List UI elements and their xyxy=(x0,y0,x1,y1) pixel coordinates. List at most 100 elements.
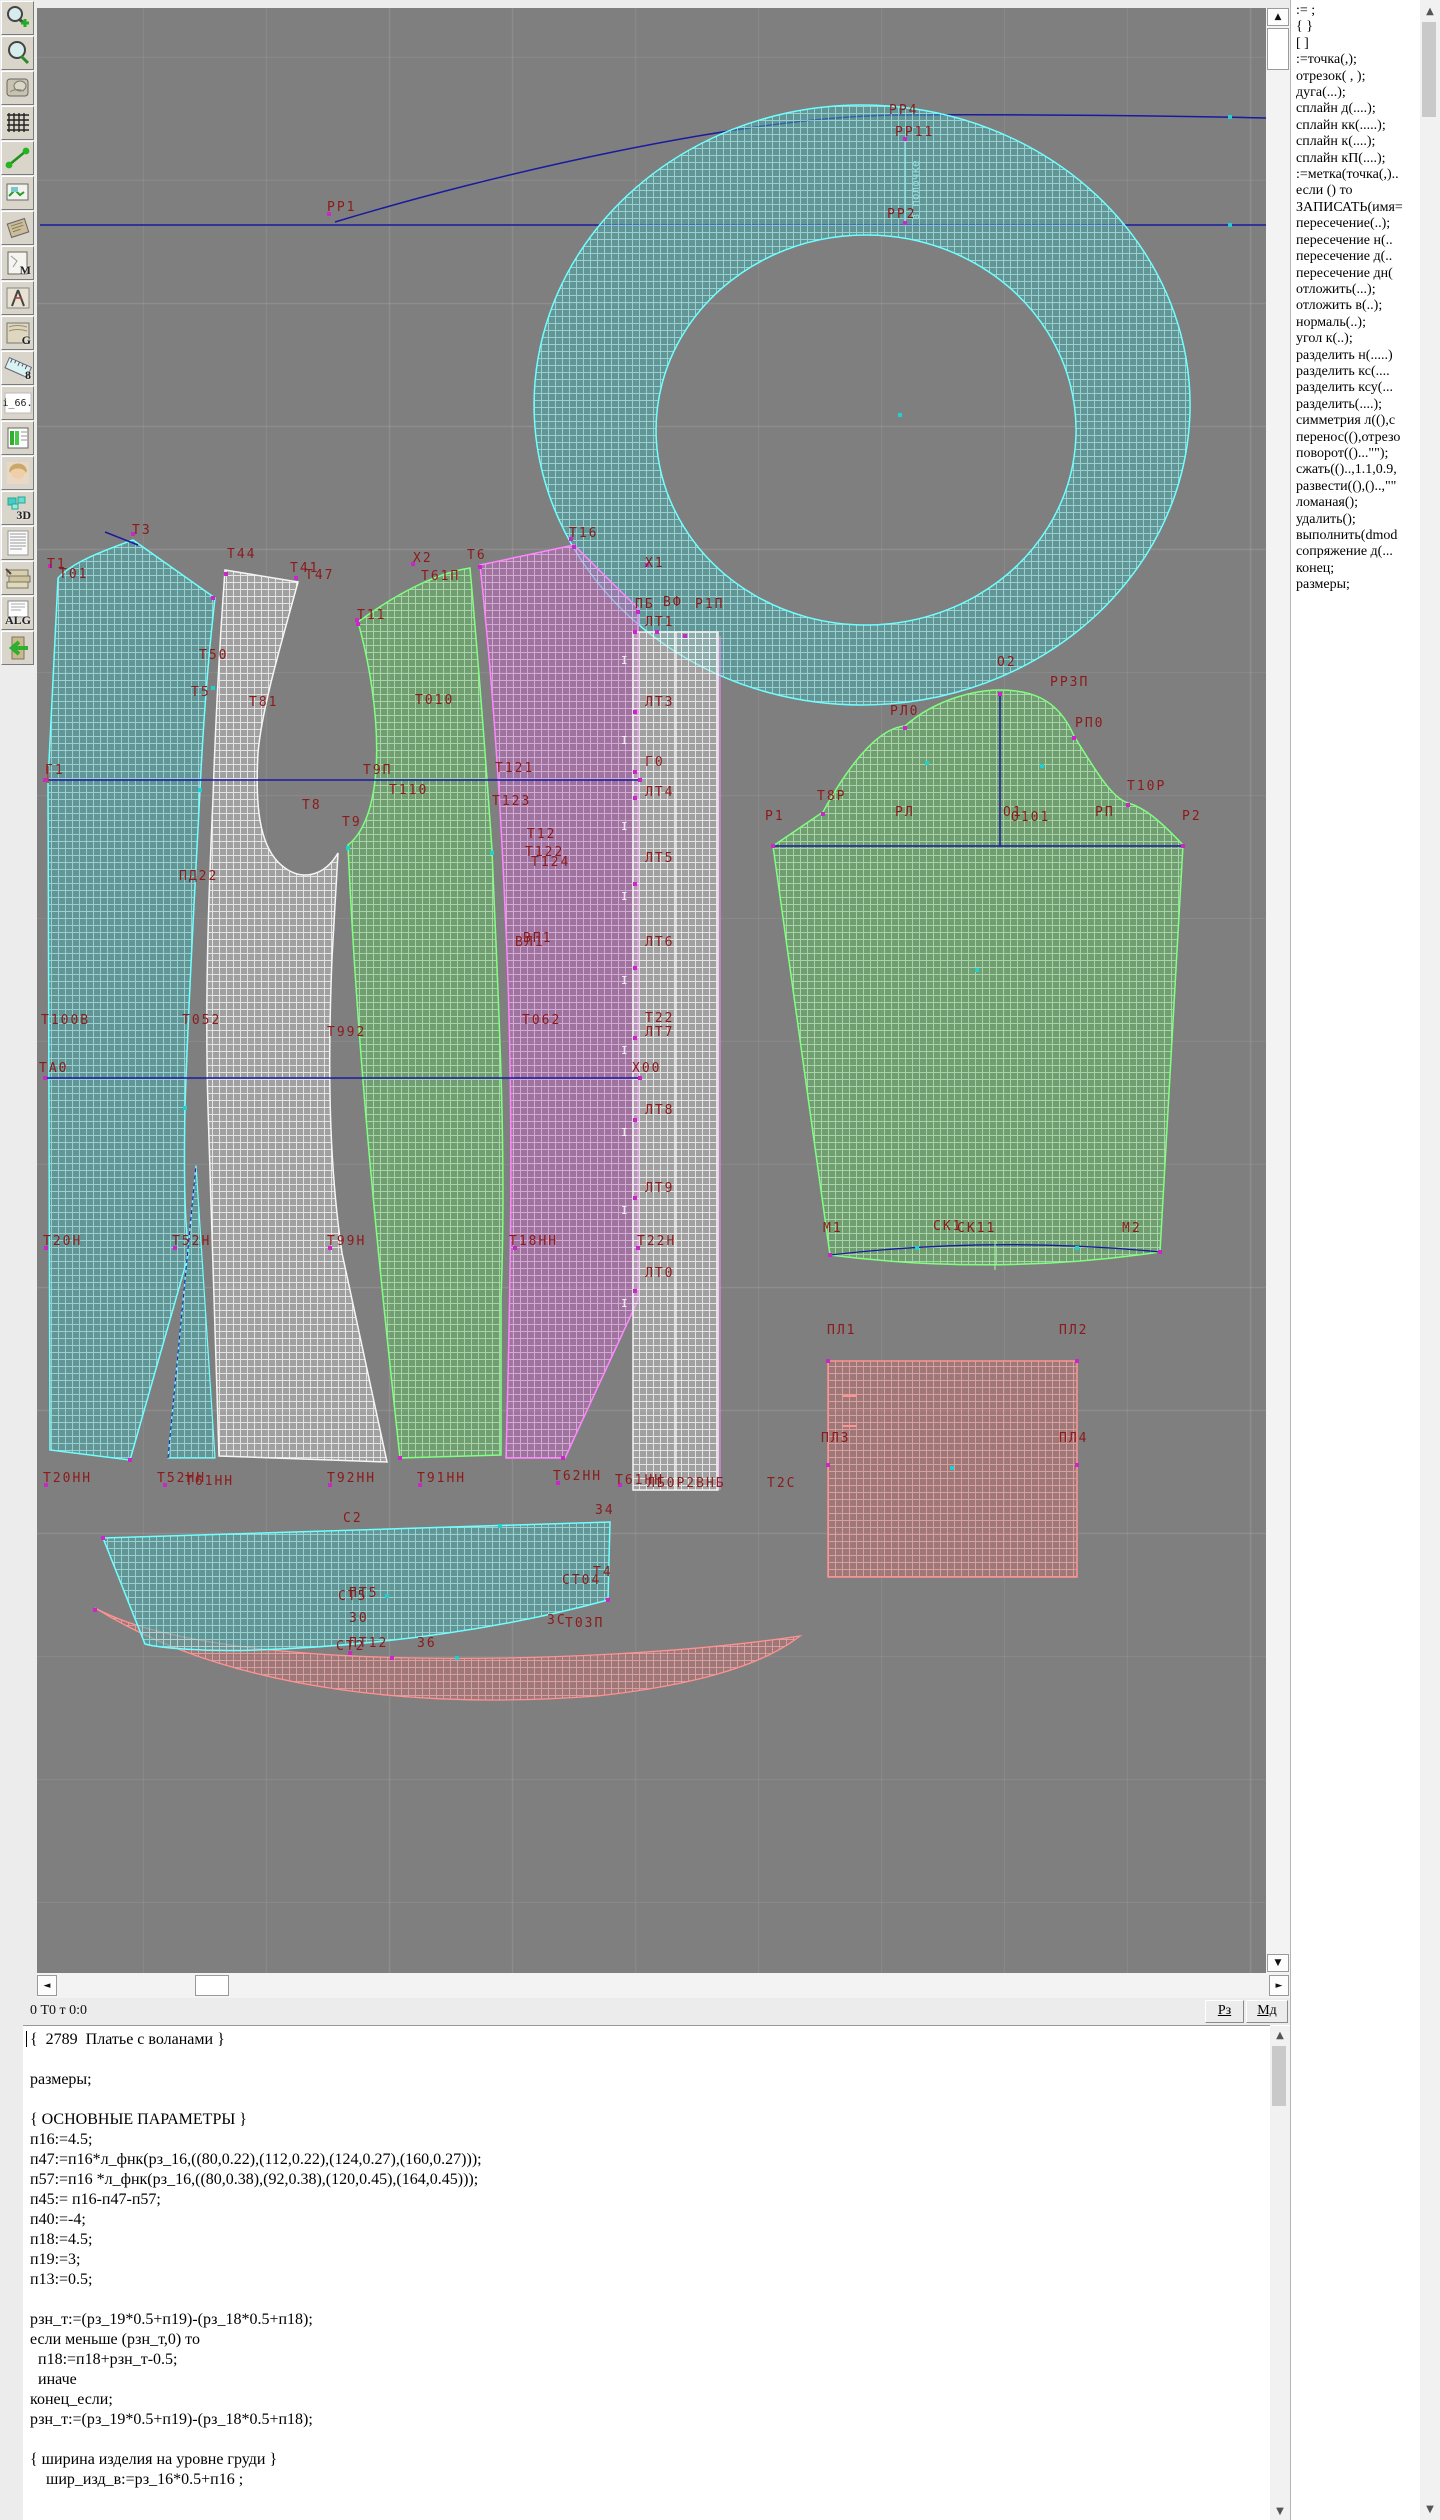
i66-button[interactable]: i_66. xyxy=(1,386,34,420)
control-point[interactable] xyxy=(1075,1359,1079,1363)
command-item[interactable]: отложить в(..); xyxy=(1291,298,1420,314)
reference-point[interactable] xyxy=(1228,223,1232,227)
alg-button[interactable]: ALG xyxy=(1,596,34,630)
command-item[interactable]: дуга(...); xyxy=(1291,85,1420,101)
command-item[interactable]: перенос((),отрезо xyxy=(1291,430,1420,446)
command-item[interactable]: пересечение н(.. xyxy=(1291,233,1420,249)
md-mode-button[interactable]: Мд xyxy=(1246,2000,1288,2023)
command-item[interactable]: поворот(()...""); xyxy=(1291,446,1420,462)
control-point[interactable] xyxy=(771,844,775,848)
spec-text-button[interactable] xyxy=(1,526,34,560)
command-item[interactable]: { } xyxy=(1291,19,1420,35)
command-item[interactable]: конец; xyxy=(1291,561,1420,577)
control-point[interactable] xyxy=(1126,803,1130,807)
control-point[interactable] xyxy=(826,1359,830,1363)
canvas-vscroll-thumb[interactable] xyxy=(1267,28,1289,70)
command-item[interactable]: сплайн кП(....); xyxy=(1291,151,1420,167)
command-item[interactable]: сплайн к(....); xyxy=(1291,134,1420,150)
reference-point[interactable] xyxy=(346,846,350,850)
control-point[interactable] xyxy=(638,778,642,782)
algorithm-editor[interactable]: { 2789 Платье с воланами } размеры; { ОС… xyxy=(23,2025,1270,2520)
drafting-tools-button[interactable] xyxy=(1,281,34,315)
control-point[interactable] xyxy=(606,1598,610,1602)
editor-scroll-up-icon[interactable]: ▲ xyxy=(1270,2026,1290,2044)
control-point[interactable] xyxy=(478,565,482,569)
reference-point[interactable] xyxy=(498,1524,502,1528)
control-point[interactable] xyxy=(128,1458,132,1462)
reference-point[interactable] xyxy=(211,686,215,690)
pattern-doc-button[interactable] xyxy=(1,71,34,105)
command-item[interactable]: симметрия л((),с xyxy=(1291,413,1420,429)
control-point[interactable] xyxy=(398,1456,402,1460)
command-item[interactable]: отложить(...); xyxy=(1291,282,1420,298)
reference-point[interactable] xyxy=(898,413,902,417)
editor-scroll-down-icon[interactable]: ▼ xyxy=(1270,2502,1290,2520)
panel-scroll-thumb[interactable] xyxy=(1422,22,1436,117)
reference-point[interactable] xyxy=(975,968,979,972)
grid-button[interactable] xyxy=(1,106,34,140)
control-point[interactable] xyxy=(683,634,687,638)
control-point[interactable] xyxy=(633,630,637,634)
control-point[interactable] xyxy=(1158,1250,1162,1254)
reference-point[interactable] xyxy=(490,851,494,855)
command-item[interactable]: удалить(); xyxy=(1291,512,1420,528)
control-point[interactable] xyxy=(43,1076,47,1080)
control-point[interactable] xyxy=(1181,844,1185,848)
editor-scrollbar[interactable]: ▲ ▼ xyxy=(1270,2026,1290,2520)
command-item[interactable]: ломаная(); xyxy=(1291,495,1420,511)
reference-point[interactable] xyxy=(1075,1246,1079,1250)
command-item[interactable]: сплайн кк(.....); xyxy=(1291,118,1420,134)
command-item[interactable]: разделить кс(.... xyxy=(1291,364,1420,380)
control-point[interactable] xyxy=(1072,736,1076,740)
canvas-horizontal-scrollbar[interactable]: ◄ ► xyxy=(37,1973,1290,1998)
reference-point[interactable] xyxy=(385,1594,389,1598)
command-item[interactable]: сжать(()..,1.1,0.9, xyxy=(1291,462,1420,478)
picture-button[interactable] xyxy=(1,176,34,210)
control-point[interactable] xyxy=(655,630,659,634)
reference-point[interactable] xyxy=(925,761,929,765)
reference-point[interactable] xyxy=(183,1106,187,1110)
control-point[interactable] xyxy=(572,545,576,549)
control-point[interactable] xyxy=(1075,1463,1079,1467)
command-item[interactable]: разделить н(.....) xyxy=(1291,348,1420,364)
control-point[interactable] xyxy=(633,1196,637,1200)
zoom-in-button[interactable] xyxy=(1,1,34,35)
control-point[interactable] xyxy=(633,710,637,714)
control-point[interactable] xyxy=(633,770,637,774)
control-point[interactable] xyxy=(998,692,1002,696)
command-item[interactable]: разделить ксу(... xyxy=(1291,380,1420,396)
view-3d-button[interactable]: 3D xyxy=(1,491,34,525)
panel-scroll-up-icon[interactable]: ▲ xyxy=(1420,2,1440,20)
control-point[interactable] xyxy=(633,882,637,886)
panel-scrollbar[interactable]: ▲ ▼ xyxy=(1420,0,1440,2520)
control-point[interactable] xyxy=(294,576,298,580)
command-item[interactable]: если () то xyxy=(1291,183,1420,199)
command-item[interactable]: :=метка(точка(,).. xyxy=(1291,167,1420,183)
control-point[interactable] xyxy=(828,1253,832,1257)
command-item[interactable]: сплайн д(....); xyxy=(1291,101,1420,117)
size-table-button[interactable] xyxy=(1,421,34,455)
control-point[interactable] xyxy=(638,1076,642,1080)
command-item[interactable]: сопряжение д(... xyxy=(1291,544,1420,560)
command-item[interactable]: отрезок( , ); xyxy=(1291,69,1420,85)
control-point[interactable] xyxy=(826,1463,830,1467)
command-item[interactable]: [ ] xyxy=(1291,36,1420,52)
scroll-left-arrow-icon[interactable]: ◄ xyxy=(37,1975,57,1996)
command-item[interactable]: угол к(..); xyxy=(1291,331,1420,347)
command-item[interactable]: разделить(....); xyxy=(1291,397,1420,413)
pattern-piece-button[interactable] xyxy=(1,211,34,245)
reference-point[interactable] xyxy=(915,1246,919,1250)
drafting-canvas[interactable]: РР4РР11РР1РР2Т1Т01Т3Т44Т41Т47Х2Т6Т61ПТ16… xyxy=(37,8,1266,1973)
docs-button[interactable] xyxy=(1,561,34,595)
panel-scroll-down-icon[interactable]: ▼ xyxy=(1420,2500,1440,2518)
command-item[interactable]: := ; xyxy=(1291,3,1420,19)
reference-point[interactable] xyxy=(1040,764,1044,768)
m-tool-button[interactable]: M xyxy=(1,246,34,280)
scroll-up-arrow-icon[interactable]: ▲ xyxy=(1267,8,1289,26)
ruler-button[interactable]: 8 xyxy=(1,351,34,385)
control-point[interactable] xyxy=(101,1536,105,1540)
measure-line-button[interactable] xyxy=(1,141,34,175)
command-item[interactable]: пересечение(..); xyxy=(1291,216,1420,232)
rz-mode-button[interactable]: Рз xyxy=(1205,2000,1244,2023)
control-point[interactable] xyxy=(633,1036,637,1040)
